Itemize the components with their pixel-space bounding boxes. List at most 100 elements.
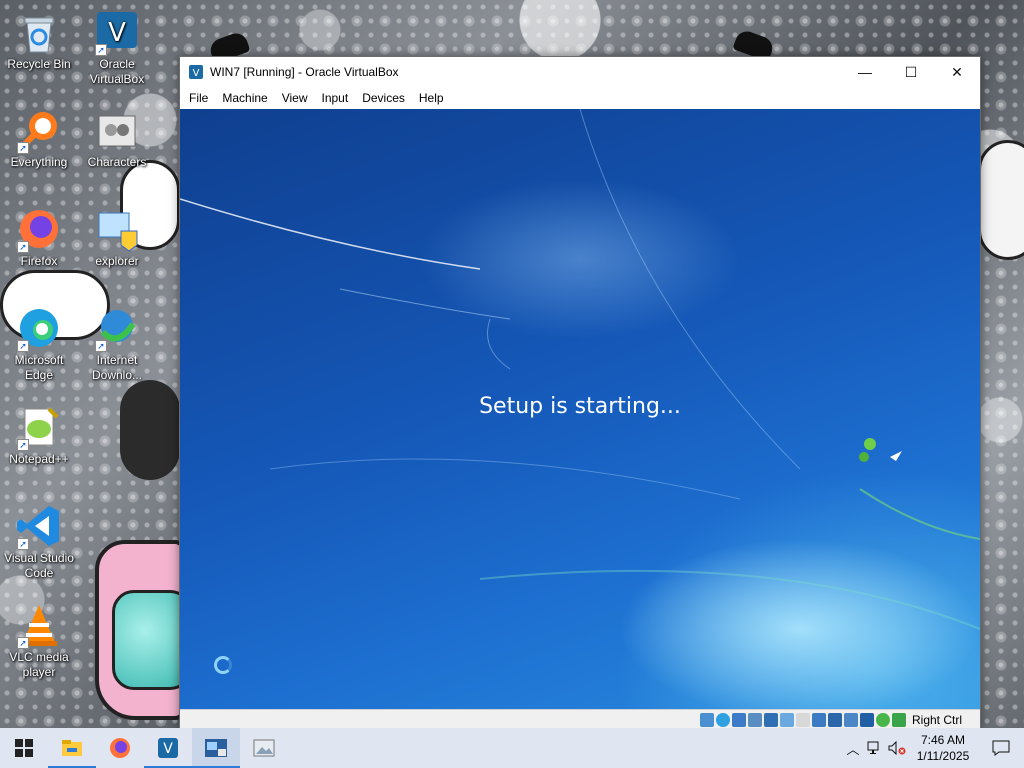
keyboard-capture-icon[interactable] [891, 713, 906, 727]
virtualization-icon[interactable] [859, 713, 874, 727]
start-button[interactable] [0, 728, 48, 768]
taskbar-firefox[interactable] [96, 728, 144, 768]
loading-spinner-icon [214, 656, 232, 674]
chevron-up-icon[interactable]: ︿ [842, 728, 864, 768]
setup-status-text: Setup is starting... [479, 394, 681, 419]
window-titlebar[interactable]: V WIN7 [Running] - Oracle VirtualBox — ☐… [180, 57, 980, 87]
network-icon[interactable] [864, 728, 886, 768]
desktop-icon-recycle-bin[interactable]: Recycle Bin [0, 8, 78, 72]
desktop-icon-label: VLC media player [9, 650, 69, 679]
desktop-icon-label: Oracle VirtualBox [89, 57, 145, 86]
vm-display[interactable]: Setup is starting... [180, 109, 980, 709]
desktop-icon-characters[interactable]: Characters [78, 106, 156, 170]
virtualbox-icon: V [188, 64, 204, 80]
menu-view[interactable]: View [275, 87, 315, 109]
desktop-icon-vscode[interactable]: ➚ Visual Studio Code [0, 502, 78, 581]
desktop-icon-label: Recycle Bin [7, 57, 71, 71]
desktop-icon-label: Visual Studio Code [4, 551, 74, 580]
network-icon[interactable] [763, 713, 778, 727]
virtualbox-vm-window[interactable]: V WIN7 [Running] - Oracle VirtualBox — ☐… [179, 56, 981, 730]
recording-icon[interactable] [827, 713, 842, 727]
desktop-icon-edge[interactable]: ➚ Microsoft Edge [0, 304, 78, 383]
desktop-icon-notepad-plus-plus[interactable]: ➚ Notepad++ [0, 403, 78, 467]
shared-folders-icon[interactable] [795, 713, 810, 727]
vlc-icon: ➚ [15, 601, 63, 649]
desktop-icon-label: Characters [87, 155, 147, 169]
taskbar: V ︿ 7:46 AM 1/11/2025 [0, 728, 1024, 768]
file-explorer-icon [62, 740, 82, 756]
clock-date: 1/11/2025 [916, 749, 970, 763]
hard-disk-icon[interactable] [699, 713, 714, 727]
desktop-icon-firefox[interactable]: ➚ Firefox [0, 205, 78, 269]
desktop-icon-vlc[interactable]: ➚ VLC media player [0, 601, 78, 680]
virtualbox-icon: V ➚ [93, 8, 141, 56]
desktop-icon-everything[interactable]: ➚ Everything [0, 106, 78, 170]
display-icon[interactable] [811, 713, 826, 727]
clock[interactable]: 7:46 AM 1/11/2025 [908, 732, 978, 764]
notification-icon [992, 740, 1010, 756]
menu-machine[interactable]: Machine [215, 87, 274, 109]
system-tray: ︿ 7:46 AM 1/11/2025 [842, 728, 1024, 768]
desktop-icon-label: Everything [10, 155, 68, 169]
svg-text:V: V [163, 741, 173, 757]
shortcut-arrow-icon: ➚ [95, 44, 107, 56]
firefox-icon: ➚ [15, 205, 63, 253]
svg-text:V: V [108, 18, 126, 48]
maximize-button[interactable]: ☐ [888, 57, 934, 87]
notepad-plus-plus-icon: ➚ [15, 403, 63, 451]
leaf-shape [864, 438, 876, 450]
mouse-integration-icon[interactable] [875, 713, 890, 727]
menu-file[interactable]: File [182, 87, 215, 109]
menu-help[interactable]: Help [412, 87, 451, 109]
vm-statusbar: Right Ctrl [180, 709, 980, 730]
desktop-icon-virtualbox[interactable]: V ➚ Oracle VirtualBox [78, 8, 156, 87]
window-title: WIN7 [Running] - Oracle VirtualBox [210, 65, 399, 79]
vscode-icon: ➚ [15, 502, 63, 550]
taskbar-virtualbox-vm[interactable] [192, 728, 240, 768]
desktop-icon-internet-download-manager[interactable]: ➚ Internet Downlo... [78, 304, 156, 383]
taskbar-photos[interactable] [240, 728, 288, 768]
optical-drive-icon[interactable] [715, 713, 730, 727]
internet-download-manager-icon: ➚ [93, 304, 141, 352]
recycle-bin-icon [15, 8, 63, 56]
menu-bar: File Machine View Input Devices Help [180, 87, 980, 109]
characters-icon [93, 106, 141, 154]
cpu-icon[interactable] [843, 713, 858, 727]
minimize-button[interactable]: — [842, 57, 888, 87]
shortcut-arrow-icon: ➚ [17, 340, 29, 352]
bird-shape [890, 451, 902, 461]
taskbar-file-explorer[interactable] [48, 728, 96, 768]
shortcut-arrow-icon: ➚ [17, 637, 29, 649]
svg-text:V: V [193, 68, 200, 79]
wallpaper-cartoon-shape [978, 140, 1024, 260]
photos-icon [253, 739, 275, 757]
shortcut-arrow-icon: ➚ [17, 439, 29, 451]
desktop-icon-label: Internet Downlo... [91, 353, 143, 382]
audio-icon[interactable] [747, 713, 762, 727]
volume-muted-icon[interactable] [886, 728, 908, 768]
usb-icon[interactable] [779, 713, 794, 727]
firefox-icon [110, 738, 130, 758]
shortcut-arrow-icon: ➚ [95, 340, 107, 352]
desktop-icon-label: Notepad++ [9, 452, 69, 466]
clock-time: 7:46 AM [920, 733, 966, 747]
host-key-label: Right Ctrl [911, 713, 962, 727]
notification-center-button[interactable] [978, 728, 1024, 768]
edge-icon: ➚ [15, 304, 63, 352]
close-button[interactable]: ✕ [934, 57, 980, 87]
virtualbox-manager-icon [205, 739, 227, 757]
menu-input[interactable]: Input [315, 87, 356, 109]
everything-search-icon: ➚ [15, 106, 63, 154]
floppy-icon[interactable] [731, 713, 746, 727]
shortcut-arrow-icon: ➚ [17, 241, 29, 253]
virtualbox-icon: V [158, 738, 178, 758]
shortcut-arrow-icon: ➚ [17, 142, 29, 154]
desktop-icon-label: Microsoft Edge [14, 353, 64, 382]
taskbar-virtualbox[interactable]: V [144, 728, 192, 768]
desktop-icon-explorer[interactable]: explorer [78, 205, 156, 269]
desktop-icon-label: explorer [95, 254, 139, 268]
menu-devices[interactable]: Devices [355, 87, 412, 109]
explorer-icon [93, 205, 141, 253]
desktop-icon-label: Firefox [20, 254, 58, 268]
start-icon [15, 739, 33, 757]
